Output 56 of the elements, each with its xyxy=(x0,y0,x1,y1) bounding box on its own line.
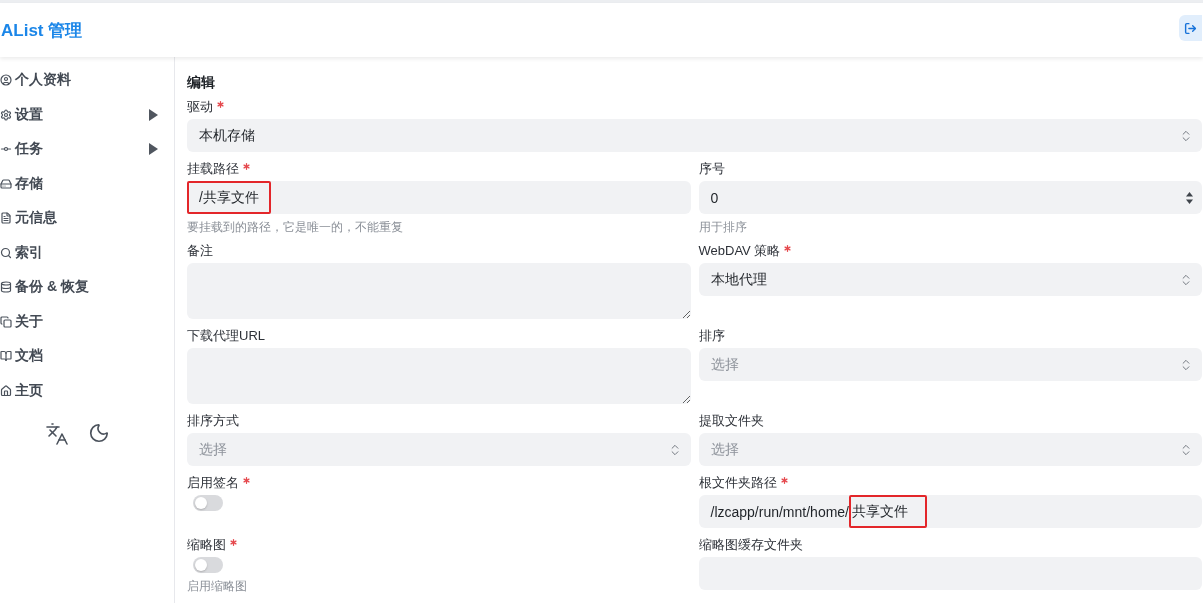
toggle-switch[interactable] xyxy=(193,557,223,573)
toggle-switch[interactable] xyxy=(193,495,223,511)
field-value: /lzcapp/run/mnt/home/ xyxy=(710,503,849,520)
nav-item[interactable]: 元信息 xyxy=(0,201,174,236)
app-title: AList 管理 xyxy=(1,19,83,42)
field-label: 下载代理URL xyxy=(187,327,265,345)
nav-item[interactable]: 个人资料 xyxy=(0,63,174,98)
field-label: WebDAV 策略 xyxy=(698,242,781,260)
translate-icon[interactable] xyxy=(45,422,69,446)
highlight-frame: /共享文件 xyxy=(187,181,271,214)
database-icon xyxy=(0,281,12,294)
field-label: 驱动 xyxy=(187,98,213,116)
caret-icon xyxy=(149,143,158,156)
field-label: 序号 xyxy=(698,160,725,178)
textarea-field[interactable] xyxy=(187,263,691,319)
nav-item[interactable]: 文档 xyxy=(0,339,174,374)
nav-item[interactable]: 任务 xyxy=(0,132,174,167)
logout-icon xyxy=(1184,21,1197,35)
nav-item[interactable]: 备份 & 恢复 xyxy=(0,270,174,305)
settings-icon xyxy=(0,108,12,121)
number-input[interactable]: 0 xyxy=(698,181,1202,214)
logout-button[interactable] xyxy=(1179,15,1202,41)
textarea-field[interactable] xyxy=(187,348,691,404)
field-label: 排序方式 xyxy=(187,412,239,430)
field-hint: 用于排序 xyxy=(698,220,748,234)
nav-item[interactable]: 设置 xyxy=(0,97,174,132)
field-hint: 启用缩略图 xyxy=(187,579,248,593)
spinner-arrows-icon xyxy=(1186,191,1193,204)
field-label: 排序 xyxy=(698,327,725,345)
field-label: 备注 xyxy=(187,242,213,260)
field-label: 根文件夹路径 xyxy=(698,474,777,492)
nav-item[interactable]: 关于 xyxy=(0,304,174,339)
select-field[interactable]: 本地代理 xyxy=(698,263,1202,296)
document-icon xyxy=(0,212,12,225)
field-label: 启用签名 xyxy=(187,474,239,492)
copy-icon xyxy=(0,315,12,328)
search-icon xyxy=(0,246,12,259)
form-title: 编辑 xyxy=(187,73,216,91)
text-input[interactable]: /lzcapp/run/mnt/home/ 共享文件 xyxy=(698,495,1202,528)
book-icon xyxy=(0,350,12,363)
house-icon xyxy=(0,384,12,397)
user-circle-icon xyxy=(0,74,12,87)
select-field[interactable]: 本机存储 xyxy=(187,119,1202,152)
nav-item[interactable]: 主页 xyxy=(0,373,174,408)
nav-item[interactable]: 索引 xyxy=(0,235,174,270)
field-hint: 要挂载到的路径，它是唯一的，不能重复 xyxy=(187,220,404,234)
field-label: 缩略图缓存文件夹 xyxy=(698,536,803,554)
highlight-frame: 共享文件 xyxy=(849,495,927,528)
hard-drive-icon xyxy=(0,177,12,190)
caret-icon xyxy=(149,108,158,121)
field-label: 提取文件夹 xyxy=(698,412,764,430)
moon-icon[interactable] xyxy=(88,422,110,444)
field-label: 挂载路径 xyxy=(187,160,239,178)
nav-item[interactable]: 存储 xyxy=(0,166,174,201)
text-input[interactable]: /共享文件 xyxy=(187,181,691,214)
field-label: 缩略图 xyxy=(187,536,226,554)
